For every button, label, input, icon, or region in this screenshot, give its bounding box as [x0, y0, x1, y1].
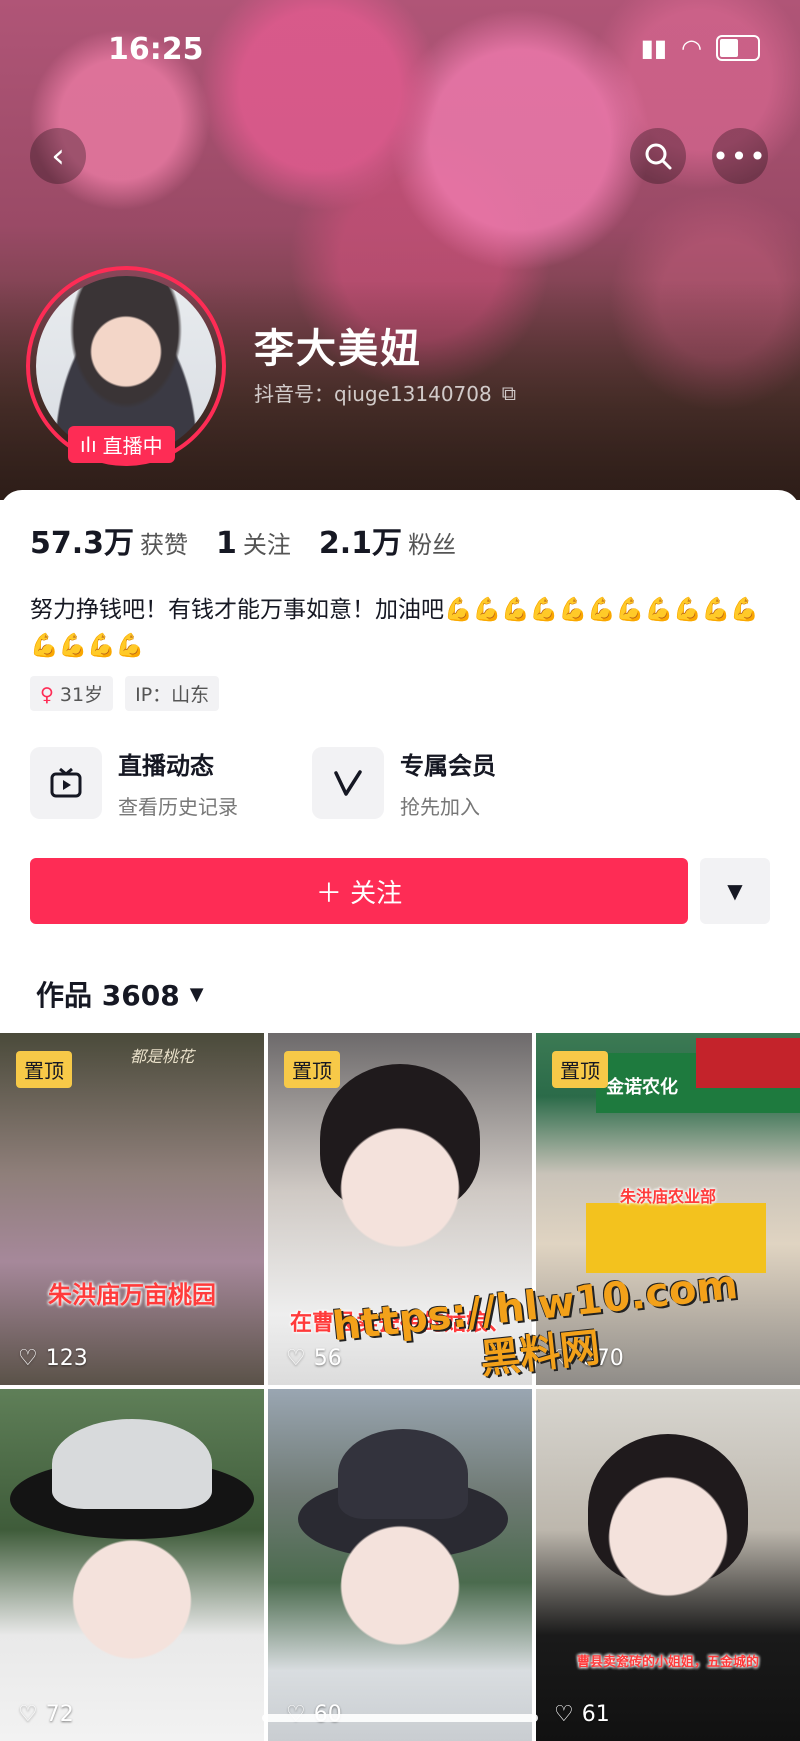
heart-icon: ♡ — [18, 1702, 38, 1727]
home-indicator[interactable] — [262, 1714, 538, 1722]
search-icon — [645, 143, 672, 170]
stat-followers[interactable]: 2.1万 粉丝 — [319, 518, 456, 562]
signal-icon: ▮▮ — [640, 34, 668, 62]
status-icons: ▮▮ ◠ — [641, 34, 760, 62]
tv-icon — [30, 747, 102, 819]
age-tag: ♀ 31岁 — [30, 676, 114, 711]
live-bars-icon: ılı — [80, 432, 97, 457]
video-thumbnail-face — [340, 1518, 460, 1669]
stats-row: 57.3万 获赞 1 关注 2.1万 粉丝 — [30, 518, 456, 562]
hat-crown — [338, 1429, 468, 1519]
goods-stack — [586, 1203, 766, 1273]
caret-down-icon: ▼ — [189, 983, 204, 1005]
bio-text: 努力挣钱吧！有钱才能万事如意！加油吧💪💪💪💪💪💪💪💪💪💪💪💪💪💪💪 — [30, 597, 760, 659]
live-badge[interactable]: ılı 直播中 — [68, 426, 175, 463]
pinned-badge: 置顶 — [552, 1051, 608, 1088]
live-badge-label: 直播中 — [102, 434, 163, 458]
tab-works[interactable]: 作品 3608 ▼ — [36, 974, 204, 1014]
tab-works-label: 作品 3608 — [36, 979, 180, 1012]
video-caption: 曹县卖瓷砖的小姐姐，五金城的 — [576, 1655, 759, 1670]
heart-icon: ♡ — [18, 1346, 38, 1371]
video-tile[interactable]: 曹县卖瓷砖的小姐姐，五金城的 ♡ 61 — [536, 1389, 800, 1741]
ip-tag: IP：山东 — [125, 676, 220, 711]
membership-entry[interactable]: 专属会员 抢先加入 — [312, 746, 496, 820]
video-thumbnail-face — [340, 1119, 460, 1270]
profile-card: 57.3万 获赞 1 关注 2.1万 粉丝 努力挣钱吧！有钱才能万事如意！加油吧💪💪💪… — [0, 490, 800, 1741]
stat-following[interactable]: 1 关注 — [216, 525, 291, 561]
douyin-id[interactable]: 抖音号：qiuge13140708 ⧉ — [254, 378, 516, 407]
video-tile[interactable]: 置顶 都是桃花 朱洪庙万亩桃园 ♡ 123 — [0, 1033, 264, 1385]
video-overlay-text: 都是桃花 — [130, 1047, 195, 1066]
video-caption: 朱洪庙农业部 — [619, 1187, 716, 1206]
douyin-id-text: 抖音号：qiuge13140708 — [254, 382, 492, 406]
video-likes: ♡ 61 — [554, 1702, 610, 1727]
store-sign-red — [696, 1038, 800, 1088]
wifi-icon: ◠ — [681, 34, 702, 62]
back-button[interactable]: ‹ — [30, 128, 86, 184]
battery-icon — [716, 35, 760, 61]
video-likes: ♡ 56 — [286, 1346, 342, 1371]
profile-tags: ♀ 31岁 IP：山东 — [30, 676, 220, 711]
video-thumbnail-face — [72, 1532, 192, 1683]
female-icon: ♀ — [40, 684, 54, 706]
copy-icon[interactable]: ⧉ — [502, 381, 516, 405]
status-time: 16:25 — [108, 32, 204, 67]
heart-icon: ♡ — [286, 1346, 306, 1371]
hat-crown — [52, 1419, 212, 1509]
feature-subtitle: 抢先加入 — [400, 795, 480, 819]
pinned-badge: 置顶 — [284, 1051, 340, 1088]
video-caption: 朱洪庙万亩桃园 — [48, 1281, 216, 1309]
triangle-down-icon: ▼ — [727, 879, 743, 903]
video-tile[interactable]: ♡60 — [268, 1389, 532, 1741]
video-overlay-text: 金诺农化 — [606, 1077, 678, 1098]
recommend-dropdown-button[interactable]: ▼ — [700, 858, 770, 924]
pinned-badge: 置顶 — [16, 1051, 72, 1088]
video-thumbnail-face — [608, 1468, 728, 1619]
video-likes: ♡ 123 — [18, 1346, 88, 1371]
search-button[interactable] — [630, 128, 686, 184]
profile-name: 李大美妞 — [254, 326, 422, 372]
more-button[interactable]: ••• — [712, 128, 768, 184]
feature-title: 直播动态 — [118, 752, 214, 780]
live-history-entry[interactable]: 直播动态 查看历史记录 — [30, 746, 238, 820]
video-tile[interactable]: ♡ 72 — [0, 1389, 264, 1741]
stat-likes[interactable]: 57.3万 获赞 — [30, 518, 188, 562]
chevron-left-icon: ‹ — [51, 136, 65, 176]
feature-subtitle: 查看历史记录 — [118, 795, 238, 819]
follow-button[interactable]: ＋ 关注 — [30, 858, 688, 924]
v-icon — [312, 747, 384, 819]
more-dots-icon: ••• — [712, 139, 768, 173]
video-likes: ♡ 72 — [18, 1702, 74, 1727]
heart-icon: ♡ — [554, 1702, 574, 1727]
feature-title: 专属会员 — [400, 752, 496, 780]
